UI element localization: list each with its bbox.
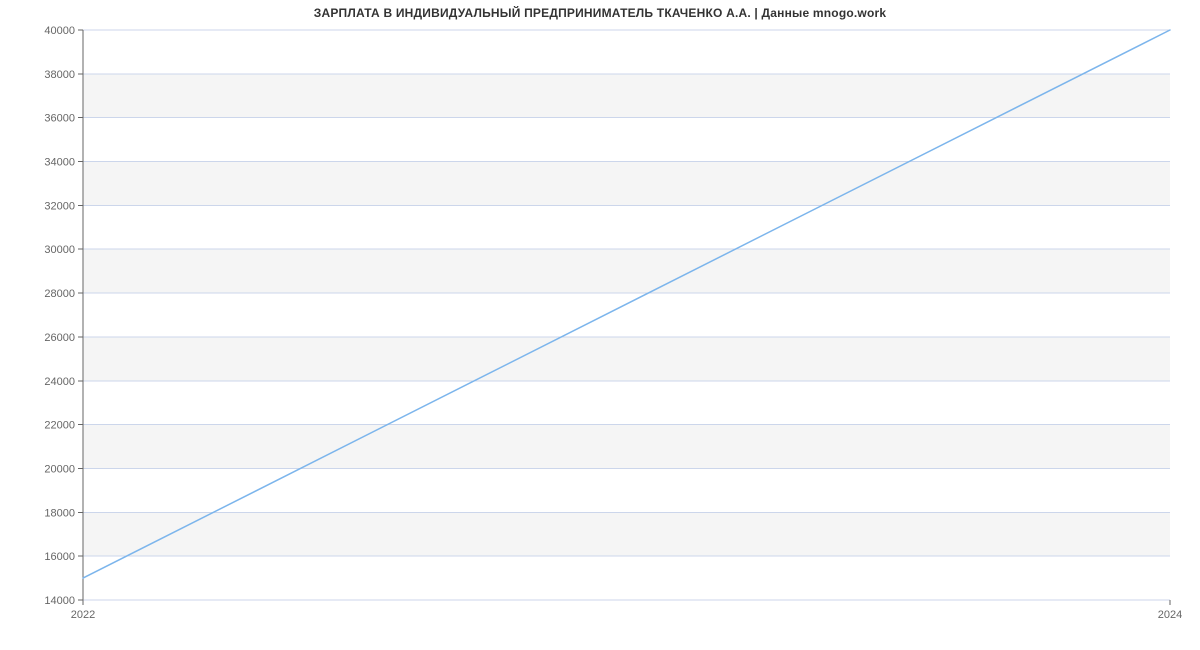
plot-band <box>83 512 1170 556</box>
y-tick-label: 34000 <box>44 157 75 169</box>
y-tick-label: 22000 <box>44 420 75 432</box>
y-tick-label: 36000 <box>44 113 75 125</box>
y-tick-label: 40000 <box>44 25 75 37</box>
y-tick-label: 14000 <box>44 595 75 607</box>
plot-band <box>83 337 1170 381</box>
y-tick-label: 24000 <box>44 376 75 388</box>
chart-container: ЗАРПЛАТА В ИНДИВИДУАЛЬНЫЙ ПРЕДПРИНИМАТЕЛ… <box>0 0 1200 650</box>
plot-band <box>83 249 1170 293</box>
plot-band <box>83 74 1170 118</box>
plot-band <box>83 162 1170 206</box>
plot-band <box>83 425 1170 469</box>
x-tick-label: 2022 <box>71 609 95 621</box>
y-tick-label: 28000 <box>44 288 75 300</box>
y-tick-label: 38000 <box>44 69 75 81</box>
y-tick-label: 30000 <box>44 244 75 256</box>
y-tick-label: 16000 <box>44 551 75 563</box>
chart-svg: 14000 16000 18000 20000 22000 24000 26000 28000… <box>0 0 1200 650</box>
y-tick-label: 32000 <box>44 200 75 212</box>
y-tick-label: 18000 <box>44 507 75 519</box>
y-tick-label: 26000 <box>44 332 75 344</box>
y-tick-label: 20000 <box>44 463 75 475</box>
x-tick-label: 2024 <box>1158 609 1182 621</box>
